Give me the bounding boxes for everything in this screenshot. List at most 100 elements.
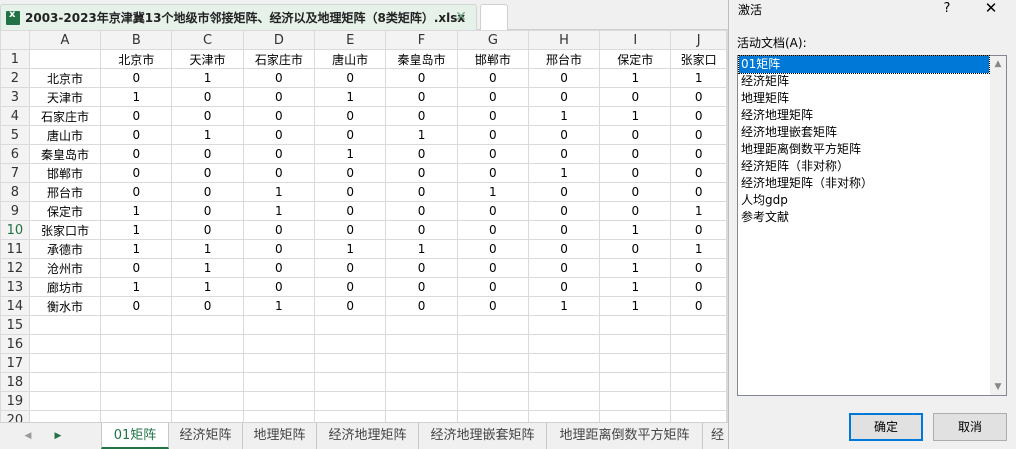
row-header[interactable]: 8 xyxy=(0,182,30,202)
cell[interactable] xyxy=(314,334,387,354)
cell[interactable]: 0 xyxy=(527,258,601,278)
sheet-tab[interactable]: 经济地理矩阵 xyxy=(317,423,419,449)
cell[interactable]: 1 xyxy=(242,201,316,221)
cell[interactable]: 0 xyxy=(314,258,387,278)
cell[interactable]: 0 xyxy=(670,106,727,126)
row-header[interactable]: 6 xyxy=(0,144,30,164)
cell[interactable]: 0 xyxy=(527,277,601,297)
cell[interactable]: 唐山市 xyxy=(314,49,387,69)
cell[interactable]: 0 xyxy=(100,163,173,183)
cell[interactable]: 0 xyxy=(171,87,244,107)
cell[interactable]: 0 xyxy=(527,87,601,107)
cell[interactable]: 0 xyxy=(456,201,529,221)
column-header-d[interactable]: D xyxy=(242,30,316,50)
cell[interactable] xyxy=(670,391,727,411)
sheet-tab[interactable]: 经济地理嵌套矩阵 xyxy=(419,423,547,449)
next-sheet-icon[interactable]: ▶ xyxy=(50,429,66,443)
row-header[interactable]: 20 xyxy=(0,410,30,422)
cell[interactable]: 0 xyxy=(385,144,458,164)
cell[interactable]: 0 xyxy=(242,87,316,107)
document-list-item[interactable]: 经济地理嵌套矩阵 xyxy=(739,124,989,141)
column-header-f[interactable]: F xyxy=(385,30,458,50)
document-list-item[interactable]: 经济矩阵 xyxy=(739,73,989,90)
row-header[interactable]: 18 xyxy=(0,372,30,392)
cell[interactable]: 0 xyxy=(385,163,458,183)
cell[interactable] xyxy=(456,334,529,354)
cell[interactable]: 0 xyxy=(100,182,173,202)
cell[interactable]: 1 xyxy=(599,296,672,316)
cell[interactable]: 0 xyxy=(670,258,727,278)
cell[interactable] xyxy=(599,353,672,373)
scroll-up-icon[interactable]: ▲ xyxy=(990,56,1006,72)
cell[interactable] xyxy=(100,334,173,354)
cell[interactable] xyxy=(171,353,244,373)
cell[interactable]: 0 xyxy=(456,163,529,183)
cell[interactable] xyxy=(171,315,244,335)
cell[interactable]: 0 xyxy=(314,125,387,145)
cell[interactable]: 1 xyxy=(527,163,601,183)
cell[interactable]: 邢台市 xyxy=(527,49,601,69)
row-header[interactable]: 19 xyxy=(0,391,30,411)
cell[interactable]: 0 xyxy=(456,277,529,297)
cell[interactable]: 1 xyxy=(242,182,316,202)
row-header[interactable]: 7 xyxy=(0,163,30,183)
cell[interactable]: 0 xyxy=(599,125,672,145)
cell[interactable]: 1 xyxy=(100,87,173,107)
cell[interactable]: 邢台市 xyxy=(28,182,102,202)
cell[interactable]: 邯郸市 xyxy=(456,49,529,69)
cell[interactable]: 0 xyxy=(527,125,601,145)
cell[interactable]: 0 xyxy=(456,87,529,107)
sheet-tab[interactable]: 01矩阵 xyxy=(101,423,169,449)
cell[interactable]: 保定市 xyxy=(28,201,102,221)
column-header-g[interactable]: G xyxy=(456,30,529,50)
cell[interactable]: 张家口市 xyxy=(28,220,102,240)
row-header[interactable]: 2 xyxy=(0,68,30,88)
column-header-h[interactable]: H xyxy=(527,30,601,50)
cell[interactable] xyxy=(314,353,387,373)
column-header-b[interactable]: B xyxy=(100,30,173,50)
cell[interactable]: 衡水市 xyxy=(28,296,102,316)
cell[interactable]: 0 xyxy=(171,144,244,164)
cell[interactable]: 0 xyxy=(242,125,316,145)
row-header[interactable]: 5 xyxy=(0,125,30,145)
cell[interactable]: 0 xyxy=(171,220,244,240)
cell[interactable] xyxy=(527,410,601,422)
cell[interactable] xyxy=(100,372,173,392)
cell[interactable] xyxy=(527,391,601,411)
cell[interactable] xyxy=(28,334,102,354)
cell[interactable]: 0 xyxy=(527,68,601,88)
cell[interactable]: 0 xyxy=(171,182,244,202)
cell[interactable] xyxy=(670,410,727,422)
cell[interactable]: 唐山市 xyxy=(28,125,102,145)
cell[interactable] xyxy=(100,391,173,411)
file-tab[interactable]: 2003-2023年京津冀13个地级市邻接矩阵、经济以及地理矩阵（8类矩阵）.x… xyxy=(0,4,477,30)
cell[interactable] xyxy=(28,391,102,411)
cell[interactable]: 1 xyxy=(670,201,727,221)
cell[interactable]: 0 xyxy=(385,201,458,221)
cell[interactable] xyxy=(456,315,529,335)
row-header[interactable]: 15 xyxy=(0,315,30,335)
cell[interactable]: 0 xyxy=(100,296,173,316)
cell[interactable]: 0 xyxy=(314,220,387,240)
cell[interactable]: 0 xyxy=(314,68,387,88)
cell[interactable]: 0 xyxy=(670,296,727,316)
cell[interactable]: 1 xyxy=(527,296,601,316)
cell[interactable]: 0 xyxy=(242,144,316,164)
cell[interactable]: 0 xyxy=(242,220,316,240)
cell[interactable] xyxy=(242,391,316,411)
cell[interactable] xyxy=(670,334,727,354)
ok-button[interactable]: 确定 xyxy=(849,413,923,441)
cell[interactable] xyxy=(314,391,387,411)
cell[interactable]: 秦皇岛市 xyxy=(28,144,102,164)
row-header[interactable]: 9 xyxy=(0,201,30,221)
cell[interactable]: 0 xyxy=(385,258,458,278)
cell[interactable]: 0 xyxy=(171,106,244,126)
cell[interactable] xyxy=(456,410,529,422)
help-icon[interactable]: ? xyxy=(937,0,957,18)
cell[interactable] xyxy=(385,334,458,354)
cell[interactable]: 0 xyxy=(171,163,244,183)
cell[interactable] xyxy=(599,315,672,335)
document-list-item[interactable]: 经济矩阵（非对称） xyxy=(739,158,989,175)
cell[interactable]: 0 xyxy=(242,68,316,88)
cell[interactable]: 1 xyxy=(599,106,672,126)
